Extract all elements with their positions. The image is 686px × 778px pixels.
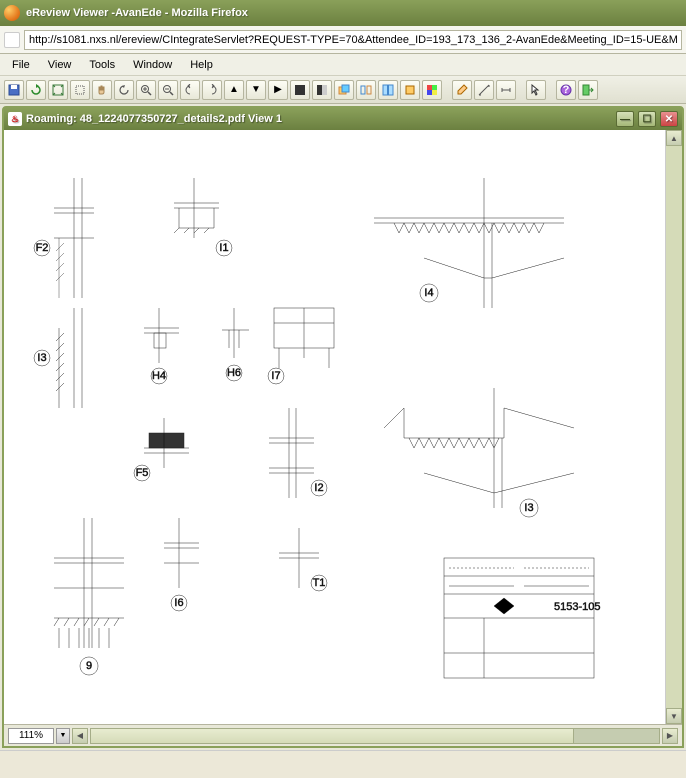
zoom-out-icon[interactable] [158, 80, 178, 100]
svg-text:H4: H4 [152, 370, 166, 382]
maximize-button[interactable]: ☐ [638, 111, 656, 127]
area-icon[interactable] [70, 80, 90, 100]
toolbar: ▲ ▼ ▶ ? [0, 76, 686, 104]
split-icon[interactable] [378, 80, 398, 100]
document-titlebar: ♨ Roaming: 48_1224077350727_details2.pdf… [4, 108, 682, 130]
svg-text:I3: I3 [524, 502, 533, 514]
menu-help[interactable]: Help [182, 57, 221, 73]
markup-icon[interactable] [452, 80, 472, 100]
measure-icon[interactable] [474, 80, 494, 100]
svg-text:I4: I4 [424, 287, 433, 299]
pointer-icon[interactable] [526, 80, 546, 100]
vertical-scrollbar[interactable]: ▲ ▼ [666, 130, 682, 724]
horizontal-scrollbar[interactable] [90, 728, 660, 744]
page-icon [4, 32, 20, 48]
scroll-right-icon[interactable]: ▶ [662, 728, 678, 744]
compare-icon[interactable] [356, 80, 376, 100]
document-body: F2 I1 [4, 130, 682, 724]
help-icon[interactable]: ? [556, 80, 576, 100]
svg-text:9: 9 [86, 660, 92, 672]
window-title: eReview Viewer -AvanEde - Mozilla Firefo… [26, 7, 248, 19]
document-title: Roaming: 48_1224077350727_details2.pdf V… [26, 113, 282, 125]
drawing-sheet: F2 I1 [14, 138, 612, 698]
arrow-right-icon[interactable]: ▶ [268, 80, 288, 100]
scroll-track[interactable] [666, 146, 682, 708]
scroll-down-icon[interactable]: ▼ [666, 708, 682, 724]
svg-text:F5: F5 [136, 467, 149, 479]
zoom-dropdown-icon[interactable]: ▼ [56, 728, 70, 744]
zoom-in-icon[interactable] [136, 80, 156, 100]
fit-icon[interactable] [48, 80, 68, 100]
status-bar: 111% ▼ ◀ ▶ [4, 724, 682, 746]
svg-text:H6: H6 [227, 367, 241, 379]
color-icon[interactable] [422, 80, 442, 100]
rotate-icon[interactable] [114, 80, 134, 100]
exit-icon[interactable] [578, 80, 598, 100]
scroll-left-icon[interactable]: ◀ [72, 728, 88, 744]
svg-text:I3: I3 [37, 352, 46, 364]
save-icon[interactable] [4, 80, 24, 100]
arrow-down-icon[interactable]: ▼ [246, 80, 266, 100]
svg-text:F2: F2 [36, 242, 49, 254]
browser-chrome-bottom [0, 750, 686, 778]
invert-icon[interactable] [290, 80, 310, 100]
scroll-thumb[interactable] [91, 729, 574, 743]
url-input[interactable] [24, 30, 682, 50]
url-bar [0, 26, 686, 54]
layer-toggle-icon[interactable] [400, 80, 420, 100]
hand-icon[interactable] [92, 80, 112, 100]
menu-bar: File View Tools Window Help [0, 54, 686, 76]
menu-file[interactable]: File [4, 57, 38, 73]
svg-text:?: ? [563, 84, 570, 96]
menu-view[interactable]: View [40, 57, 80, 73]
document-window: ♨ Roaming: 48_1224077350727_details2.pdf… [2, 106, 684, 748]
layers-icon[interactable] [334, 80, 354, 100]
close-button[interactable]: ✕ [660, 111, 678, 127]
svg-text:I2: I2 [314, 482, 323, 494]
java-icon: ♨ [8, 112, 22, 126]
svg-text:T1: T1 [313, 577, 326, 589]
firefox-icon [4, 5, 20, 21]
svg-text:I7: I7 [271, 370, 280, 382]
scroll-up-icon[interactable]: ▲ [666, 130, 682, 146]
browser-titlebar: eReview Viewer -AvanEde - Mozilla Firefo… [0, 0, 686, 26]
arrow-up-icon[interactable]: ▲ [224, 80, 244, 100]
svg-text:5153-105: 5153-105 [554, 601, 601, 613]
drawing-canvas[interactable]: F2 I1 [4, 130, 666, 724]
next-view-icon[interactable] [202, 80, 222, 100]
minimize-button[interactable]: — [616, 111, 634, 127]
zoom-display[interactable]: 111% [8, 728, 54, 744]
svg-text:I1: I1 [219, 242, 228, 254]
grayscale-icon[interactable] [312, 80, 332, 100]
prev-view-icon[interactable] [180, 80, 200, 100]
menu-tools[interactable]: Tools [81, 57, 123, 73]
svg-text:I6: I6 [174, 597, 183, 609]
menu-window[interactable]: Window [125, 57, 180, 73]
refresh-icon[interactable] [26, 80, 46, 100]
calibrate-icon[interactable] [496, 80, 516, 100]
